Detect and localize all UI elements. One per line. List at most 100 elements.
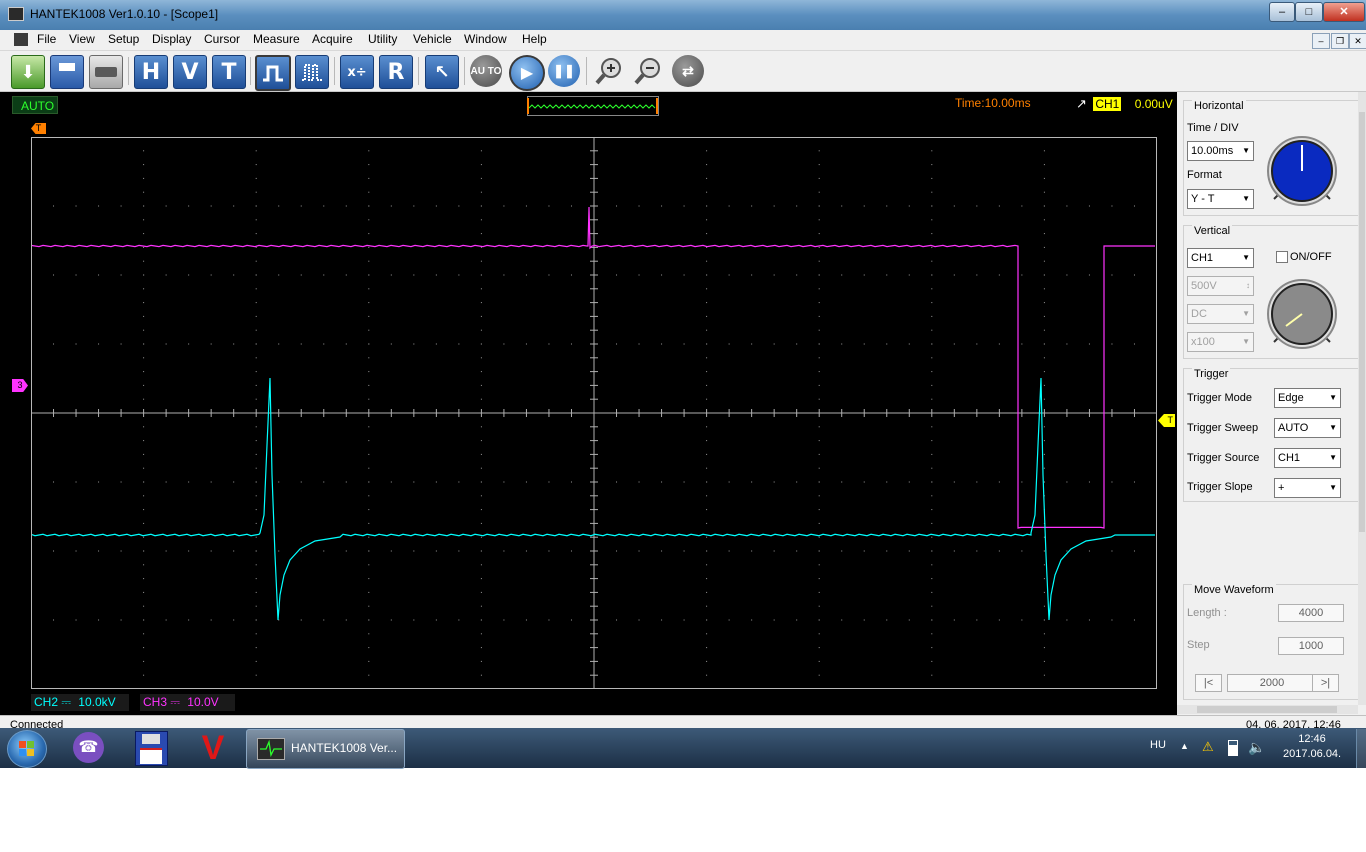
time-div-label: Time / DIV bbox=[1187, 122, 1239, 134]
trigger-slope-label: Trigger Slope bbox=[1187, 481, 1253, 493]
memory-position-indicator[interactable] bbox=[527, 96, 659, 116]
square-wave-icon[interactable] bbox=[255, 55, 291, 91]
probe-select[interactable]: x100 ▼ bbox=[1187, 332, 1254, 352]
pulse-wave-icon[interactable] bbox=[295, 55, 329, 89]
taskbar-hantek-label: HANTEK1008 Ver... bbox=[291, 741, 398, 755]
plot-frame bbox=[31, 137, 1157, 689]
move-waveform-title: Move Waveform bbox=[1192, 584, 1276, 596]
v-app-icon[interactable]: V bbox=[196, 731, 230, 765]
vertical-icon[interactable]: V bbox=[173, 55, 207, 89]
format-label: Format bbox=[1187, 169, 1222, 181]
show-hidden-icons[interactable]: ▲ bbox=[1180, 741, 1189, 751]
onoff-checkbox[interactable] bbox=[1276, 251, 1288, 263]
timebase-value: 10.00ms bbox=[984, 96, 1031, 110]
menu-setup[interactable]: Setup bbox=[108, 32, 139, 46]
floppy-icon[interactable] bbox=[135, 731, 168, 766]
toolbar-separator bbox=[334, 57, 335, 85]
open-icon[interactable]: ⬇ bbox=[11, 55, 45, 89]
trigger-icon[interactable]: T bbox=[212, 55, 246, 89]
menu-cursor[interactable]: Cursor bbox=[204, 32, 240, 46]
trigger-sweep-select[interactable]: AUTO ▼ bbox=[1274, 418, 1341, 438]
auto-icon[interactable]: AU TO bbox=[470, 55, 502, 87]
fit-icon[interactable]: ⇄ bbox=[672, 55, 704, 87]
time-div-select[interactable]: 10.00ms ▼ bbox=[1187, 141, 1254, 161]
app-icon bbox=[8, 7, 24, 21]
trigger-slope-select[interactable]: + ▼ bbox=[1274, 478, 1341, 498]
first-button[interactable]: |< bbox=[1195, 674, 1222, 692]
zoom-out-icon[interactable] bbox=[632, 55, 664, 87]
run-icon[interactable]: ▶ bbox=[509, 55, 545, 91]
step-spinner[interactable]: 1000 bbox=[1278, 637, 1344, 655]
trigger-mode-select[interactable]: Edge ▼ bbox=[1274, 388, 1341, 408]
menu-acquire[interactable]: Acquire bbox=[312, 32, 353, 46]
zoom-in-icon[interactable] bbox=[593, 55, 625, 87]
timebase-readout: Time:10.00ms bbox=[955, 96, 1031, 110]
volts-div-spinner[interactable]: 500V ↕ bbox=[1187, 276, 1254, 296]
print-icon[interactable] bbox=[89, 55, 123, 89]
window-title: HANTEK1008 Ver1.0.10 - [Scope1] bbox=[30, 7, 219, 21]
ch2-scale-value: 10.0kV bbox=[78, 695, 116, 709]
taskbar-hantek-button[interactable]: HANTEK1008 Ver... bbox=[246, 729, 405, 769]
menu-display[interactable]: Display bbox=[152, 32, 191, 46]
move-waveform-group: Move Waveform Length : 4000 Step 1000 |<… bbox=[1183, 584, 1360, 700]
math-icon[interactable]: x÷ bbox=[340, 55, 374, 89]
pause-icon[interactable]: ❚❚ bbox=[548, 55, 580, 87]
trigger-source-label: Trigger Source bbox=[1187, 452, 1260, 464]
position-spinner[interactable]: 2000 bbox=[1227, 674, 1317, 692]
dc-coupling-icon: ⎓ bbox=[170, 695, 180, 709]
menu-utility[interactable]: Utility bbox=[368, 32, 397, 46]
battery-icon[interactable] bbox=[1228, 740, 1238, 756]
control-panel: Horizontal Time / DIV 10.00ms ▼ Format Y … bbox=[1177, 92, 1366, 715]
coupling-select[interactable]: DC ▼ bbox=[1187, 304, 1254, 324]
save-icon[interactable] bbox=[50, 55, 84, 89]
panel-vertical-scrollbar[interactable] bbox=[1358, 92, 1366, 705]
menu-measure[interactable]: Measure bbox=[253, 32, 300, 46]
document-icon[interactable] bbox=[14, 33, 28, 46]
menu-window[interactable]: Window bbox=[464, 32, 507, 46]
menu-view[interactable]: View bbox=[69, 32, 95, 46]
maximize-button[interactable]: □ bbox=[1295, 2, 1323, 22]
viber-icon[interactable]: ☎ bbox=[73, 732, 104, 763]
trigger-sweep-label: Trigger Sweep bbox=[1187, 422, 1259, 434]
oscilloscope-icon bbox=[257, 738, 285, 760]
toolbar: ⬇ H V T x÷ R ↖ AU TO ▶ ❚❚ ⇄ bbox=[0, 51, 1366, 92]
ch3-scale-label[interactable]: CH3 ⎓ 10.0V bbox=[140, 694, 235, 711]
dc-coupling-icon: ⎓ bbox=[61, 695, 71, 709]
close-button[interactable]: ✕ bbox=[1323, 2, 1365, 22]
menu-vehicle[interactable]: Vehicle bbox=[413, 32, 452, 46]
menu-bar: File View Setup Display Cursor Measure Acquire… bbox=[0, 30, 1366, 51]
ch3-scale-value: 10.0V bbox=[187, 695, 219, 709]
channel-select[interactable]: CH1 ▼ bbox=[1187, 248, 1254, 268]
rising-edge-icon: ↗ bbox=[1076, 96, 1087, 111]
volume-icon[interactable]: 🔈 bbox=[1248, 739, 1265, 756]
network-warning-icon[interactable]: ⚠ bbox=[1202, 739, 1214, 755]
onoff-label: ON/OFF bbox=[1290, 251, 1332, 263]
acquire-mode-indicator: AUTO bbox=[12, 96, 58, 114]
ch3-name: CH3 bbox=[143, 695, 168, 709]
language-indicator[interactable]: HU bbox=[1150, 739, 1166, 751]
mdi-close-button[interactable]: ✕ bbox=[1349, 33, 1366, 49]
trigger-source-select[interactable]: CH1 ▼ bbox=[1274, 448, 1341, 468]
time-knob[interactable] bbox=[1264, 133, 1340, 209]
length-field[interactable]: 4000 bbox=[1278, 604, 1344, 622]
panel-horizontal-scrollbar[interactable] bbox=[1177, 705, 1358, 714]
menu-help[interactable]: Help bbox=[522, 32, 547, 46]
horizontal-icon[interactable]: H bbox=[134, 55, 168, 89]
show-desktop-button[interactable] bbox=[1356, 729, 1366, 768]
length-label: Length : bbox=[1187, 607, 1227, 619]
format-select[interactable]: Y - T ▼ bbox=[1187, 189, 1254, 209]
start-button[interactable] bbox=[7, 730, 47, 768]
ch2-scale-label[interactable]: CH2 ⎓ 10.0kV bbox=[31, 694, 129, 711]
mdi-restore-button[interactable]: ❐ bbox=[1331, 33, 1349, 49]
toolbar-separator bbox=[250, 57, 251, 85]
toolbar-separator bbox=[586, 57, 587, 85]
mdi-minimize-button[interactable]: – bbox=[1312, 33, 1330, 49]
last-button[interactable]: >| bbox=[1312, 674, 1339, 692]
menu-file[interactable]: File bbox=[37, 32, 56, 46]
step-label: Step bbox=[1187, 639, 1210, 651]
system-clock[interactable]: 12:46 2017.06.04. bbox=[1283, 733, 1341, 760]
reference-icon[interactable]: R bbox=[379, 55, 413, 89]
volts-knob[interactable] bbox=[1264, 276, 1340, 352]
cursor-select-icon[interactable]: ↖ bbox=[425, 55, 459, 89]
minimize-button[interactable]: – bbox=[1269, 2, 1295, 22]
